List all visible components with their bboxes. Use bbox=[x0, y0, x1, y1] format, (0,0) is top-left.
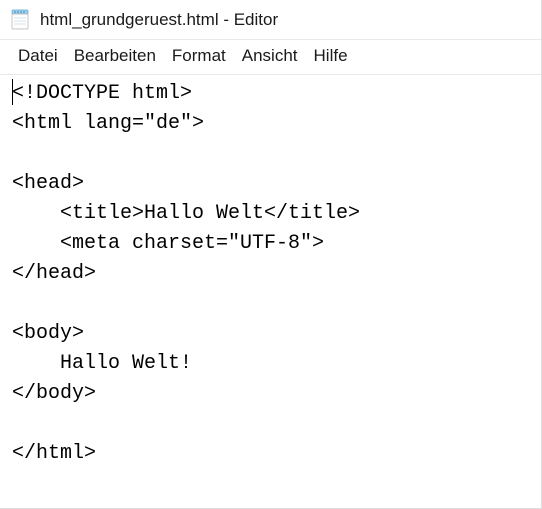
text-cursor bbox=[12, 79, 13, 105]
menu-file[interactable]: Datei bbox=[12, 44, 64, 68]
menubar: Datei Bearbeiten Format Ansicht Hilfe bbox=[0, 40, 541, 75]
menu-format[interactable]: Format bbox=[166, 44, 232, 68]
notepad-icon bbox=[8, 8, 32, 32]
editor-content[interactable]: <!DOCTYPE html> <html lang="de"> <head> … bbox=[12, 79, 539, 469]
window-titlebar: html_grundgeruest.html - Editor bbox=[0, 0, 541, 40]
editor-area[interactable]: <!DOCTYPE html> <html lang="de"> <head> … bbox=[0, 75, 541, 473]
menu-edit[interactable]: Bearbeiten bbox=[68, 44, 162, 68]
menu-view[interactable]: Ansicht bbox=[236, 44, 304, 68]
menu-help[interactable]: Hilfe bbox=[308, 44, 354, 68]
window-title: html_grundgeruest.html - Editor bbox=[40, 10, 278, 30]
